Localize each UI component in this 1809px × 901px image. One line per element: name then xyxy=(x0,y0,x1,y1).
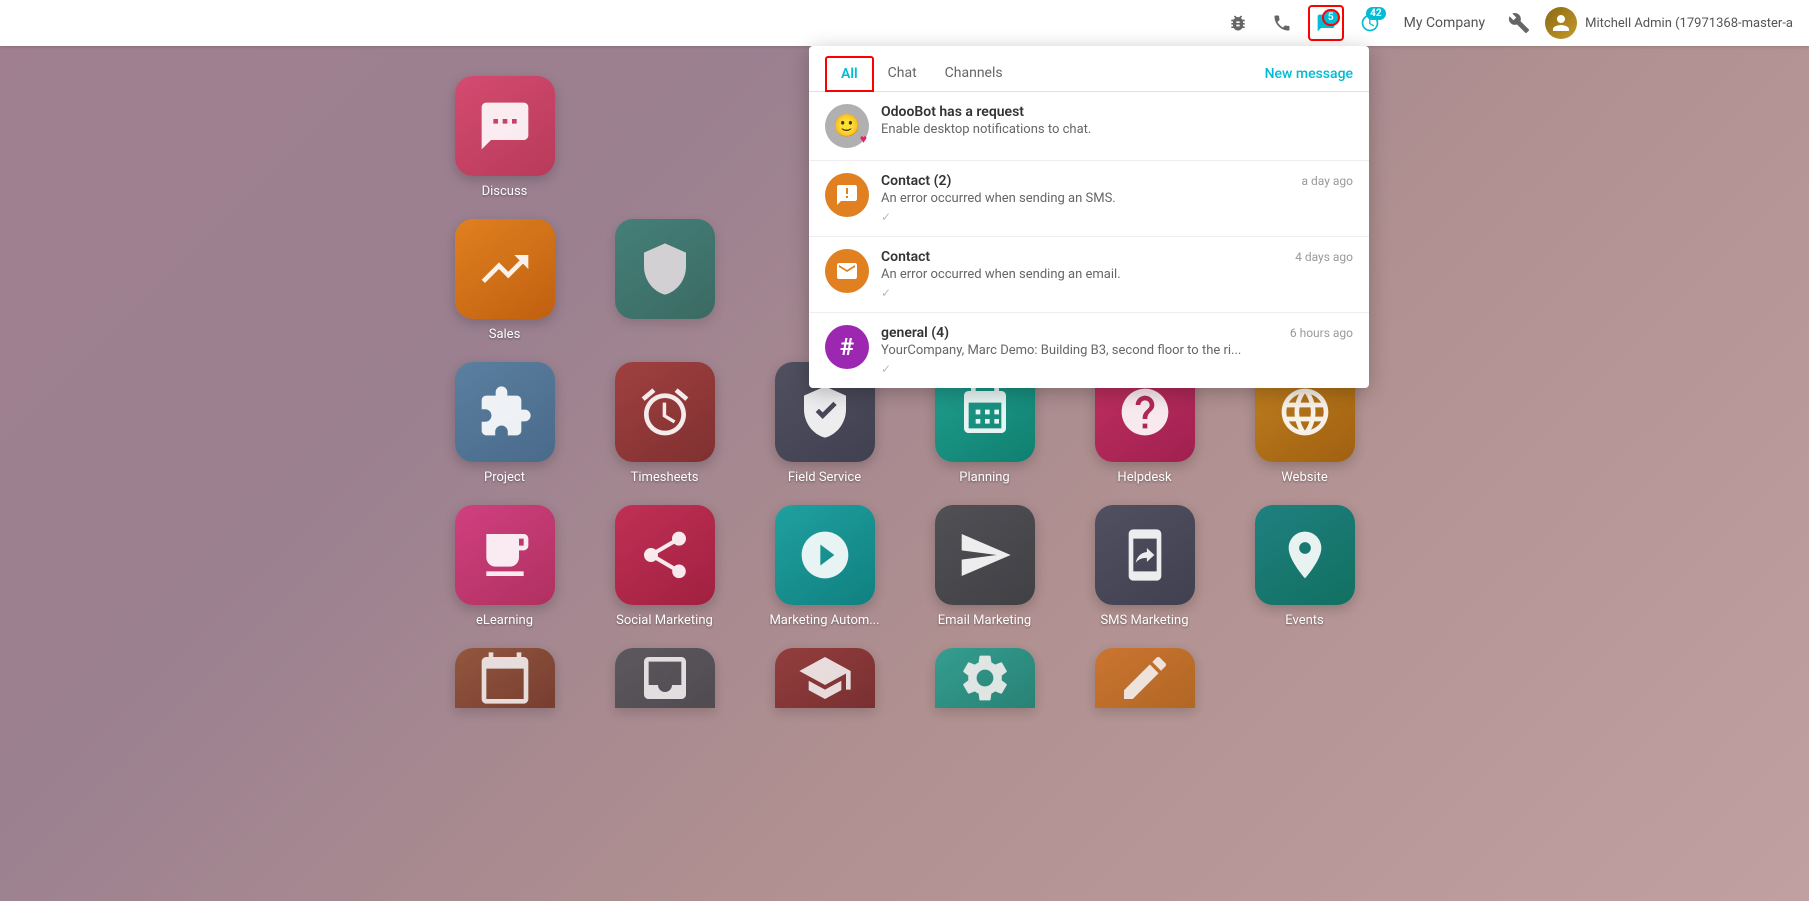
msg-avatar-odoobot: 🙂 ♥ xyxy=(825,104,869,148)
subscriptions-icon xyxy=(615,219,715,319)
events-icon xyxy=(1255,505,1355,605)
msg-check-contact: ✓ xyxy=(881,286,1353,300)
app-events[interactable]: Events xyxy=(1240,505,1370,628)
social-marketing-icon xyxy=(615,505,715,605)
sms-marketing-label: SMS Marketing xyxy=(1100,613,1188,628)
message-icon-btn[interactable]: 5 xyxy=(1308,5,1344,41)
msg-avatar-general: # xyxy=(825,325,869,369)
sales-icon xyxy=(455,219,555,319)
msg-time-contact2: a day ago xyxy=(1302,174,1353,188)
timesheets-icon xyxy=(615,362,715,462)
msg-header-contact2: Contact (2) a day ago xyxy=(881,173,1353,189)
timesheets-label: Timesheets xyxy=(631,470,699,485)
app-inbox-partial[interactable] xyxy=(600,648,730,708)
app-social-marketing[interactable]: Social Marketing xyxy=(600,505,730,628)
msg-content-odoobot: OdooBot has a request Enable desktop not… xyxy=(881,104,1353,137)
email-marketing-label: Email Marketing xyxy=(938,613,1031,628)
app-timesheets[interactable]: Timesheets xyxy=(600,362,730,485)
msg-avatar-contact2 xyxy=(825,173,869,217)
field-service-label: Field Service xyxy=(788,470,861,485)
app-subscriptions-partial xyxy=(600,219,730,342)
navbar: 5 42 My Company Mitchell Admin (17971368… xyxy=(0,0,1809,46)
app-sales[interactable]: Sales xyxy=(440,219,570,342)
msg-content-contact2: Contact (2) a day ago An error occurred … xyxy=(881,173,1353,224)
planning-label: Planning xyxy=(959,470,1009,485)
user-avatar xyxy=(1545,7,1577,39)
tab-channels[interactable]: Channels xyxy=(931,57,1017,91)
inbox-icon xyxy=(615,648,715,708)
messaging-dropdown: All Chat Channels New message 🙂 ♥ OdooBo… xyxy=(809,46,1369,388)
navbar-icons: 5 42 My Company Mitchell Admin (17971368… xyxy=(1220,5,1793,41)
msg-title-odoobot: OdooBot has a request xyxy=(881,104,1024,120)
gear2-icon xyxy=(935,648,1035,708)
app-elearning[interactable]: eLearning xyxy=(440,505,570,628)
app-gear2-partial[interactable] xyxy=(920,648,1050,708)
clock-count-badge: 42 xyxy=(1366,7,1385,20)
msg-item-contact2[interactable]: Contact (2) a day ago An error occurred … xyxy=(809,161,1369,237)
msg-header-contact: Contact 4 days ago xyxy=(881,249,1353,265)
marketing-autom-icon xyxy=(775,505,875,605)
helpdesk-label: Helpdesk xyxy=(1117,470,1171,485)
msg-title-contact2: Contact (2) xyxy=(881,173,951,189)
msg-item-contact[interactable]: Contact 4 days ago An error occurred whe… xyxy=(809,237,1369,313)
msg-title-contact: Contact xyxy=(881,249,930,265)
sms-marketing-icon xyxy=(1095,505,1195,605)
user-menu[interactable]: Mitchell Admin (17971368-master-a xyxy=(1545,7,1793,39)
app-discuss[interactable]: Discuss xyxy=(440,76,570,199)
msg-body-odoobot: Enable desktop notifications to chat. xyxy=(881,122,1353,137)
clock-icon-btn[interactable]: 42 xyxy=(1352,5,1388,41)
sales-label: Sales xyxy=(489,327,521,342)
settings-icon-btn[interactable] xyxy=(1501,5,1537,41)
message-count-badge: 5 xyxy=(1322,9,1340,26)
phone-icon-btn[interactable] xyxy=(1264,5,1300,41)
msg-content-general: general (4) 6 hours ago YourCompany, Mar… xyxy=(881,325,1353,376)
msg-item-general[interactable]: # general (4) 6 hours ago YourCompany, M… xyxy=(809,313,1369,388)
msg-check-contact2: ✓ xyxy=(881,210,1353,224)
msg-time-contact: 4 days ago xyxy=(1295,250,1353,264)
marketing-autom-label: Marketing Autom... xyxy=(769,613,879,628)
project-icon xyxy=(455,362,555,462)
tab-chat[interactable]: Chat xyxy=(874,57,931,91)
msg-tabs: All Chat Channels New message xyxy=(809,46,1369,92)
user-name: Mitchell Admin (17971368-master-a xyxy=(1585,16,1793,31)
msg-content-contact: Contact 4 days ago An error occurred whe… xyxy=(881,249,1353,300)
msg-avatar-contact xyxy=(825,249,869,293)
app-sms-marketing[interactable]: SMS Marketing xyxy=(1080,505,1210,628)
bug-icon-btn[interactable] xyxy=(1220,5,1256,41)
calendar-icon xyxy=(455,648,555,708)
pen-icon xyxy=(1095,648,1195,708)
tab-all[interactable]: All xyxy=(825,56,874,92)
social-marketing-label: Social Marketing xyxy=(616,613,713,628)
email-marketing-icon xyxy=(935,505,1035,605)
app-email-marketing[interactable]: Email Marketing xyxy=(920,505,1050,628)
msg-item-odoobot[interactable]: 🙂 ♥ OdooBot has a request Enable desktop… xyxy=(809,92,1369,161)
app-marketing-autom[interactable]: Marketing Autom... xyxy=(760,505,890,628)
hat-icon xyxy=(775,648,875,708)
msg-title-general: general (4) xyxy=(881,325,949,341)
website-label: Website xyxy=(1281,470,1328,485)
app-project[interactable]: Project xyxy=(440,362,570,485)
msg-body-contact: An error occurred when sending an email. xyxy=(881,267,1353,282)
msg-body-contact2: An error occurred when sending an SMS. xyxy=(881,191,1353,206)
msg-header: OdooBot has a request xyxy=(881,104,1353,120)
msg-body-general: YourCompany, Marc Demo: Building B3, sec… xyxy=(881,343,1353,358)
events-label: Events xyxy=(1285,613,1323,628)
msg-time-general: 6 hours ago xyxy=(1290,326,1353,340)
app-hat-partial[interactable] xyxy=(760,648,890,708)
app-calendar-partial[interactable] xyxy=(440,648,570,708)
new-message-btn[interactable]: New message xyxy=(1265,58,1353,90)
elearning-icon xyxy=(455,505,555,605)
msg-header-general: general (4) 6 hours ago xyxy=(881,325,1353,341)
msg-check-general: ✓ xyxy=(881,362,1353,376)
discuss-icon xyxy=(455,76,555,176)
discuss-label: Discuss xyxy=(482,184,528,199)
project-label: Project xyxy=(484,470,525,485)
company-name[interactable]: My Company xyxy=(1404,15,1486,31)
elearning-label: eLearning xyxy=(476,613,533,628)
app-pen-partial[interactable] xyxy=(1080,648,1210,708)
